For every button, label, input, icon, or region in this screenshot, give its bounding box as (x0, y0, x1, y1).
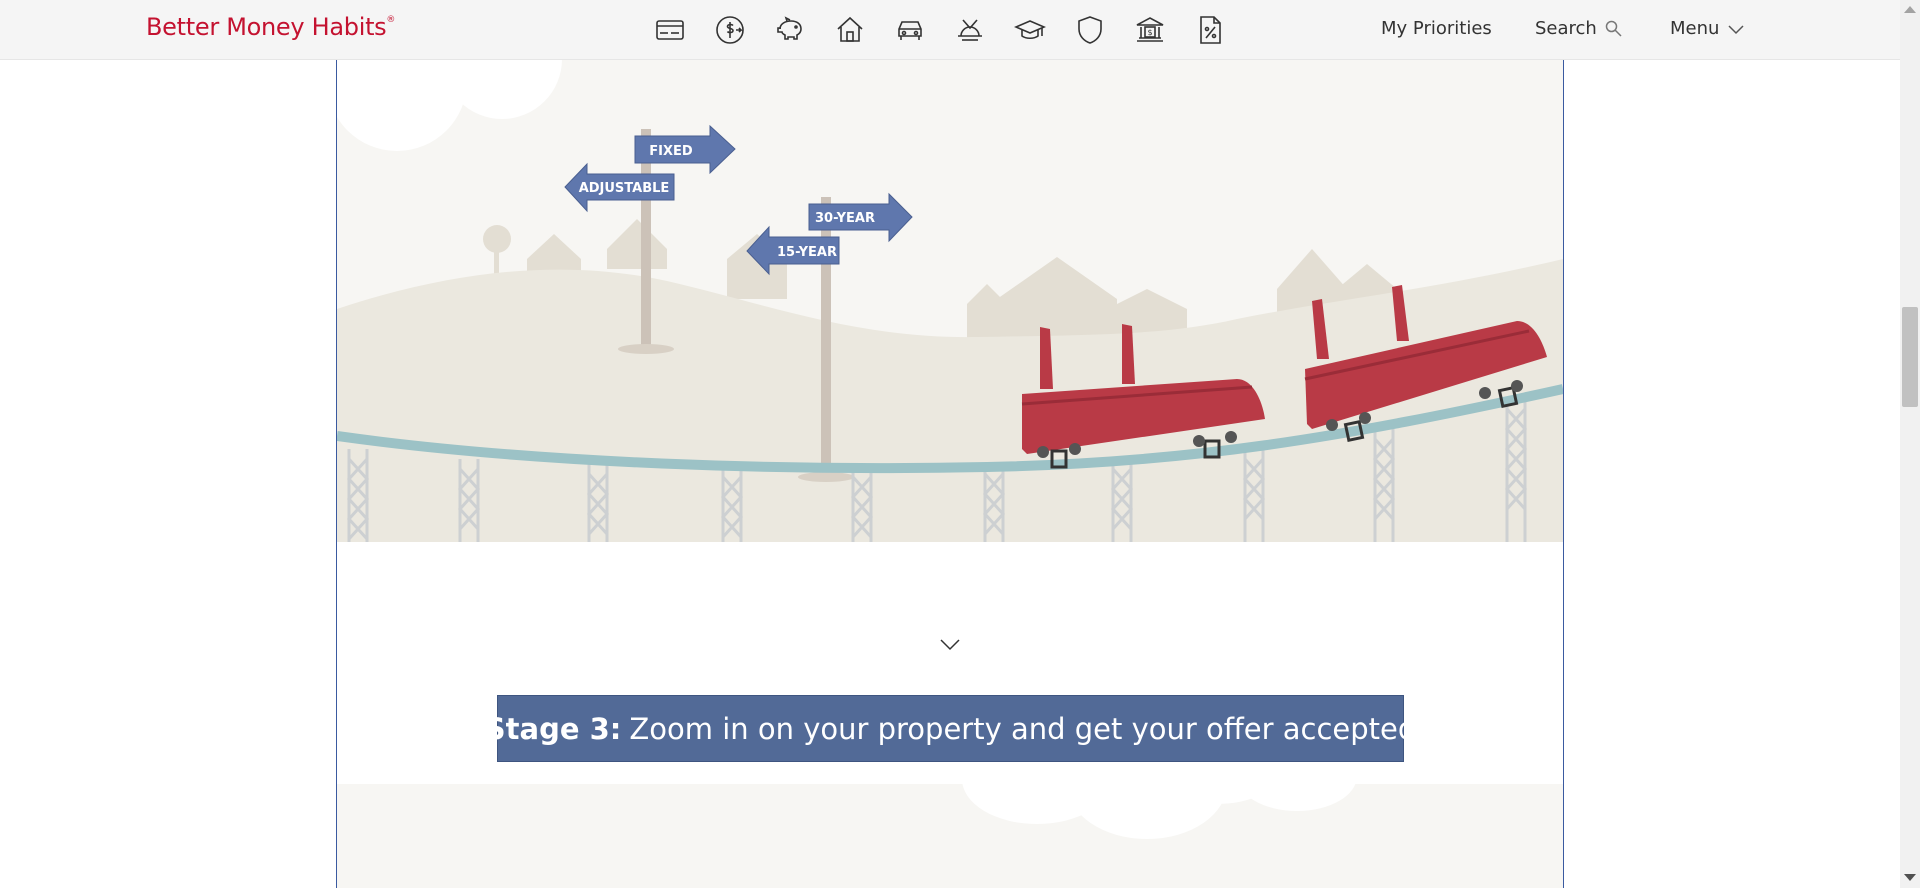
content-frame: FIXED ADJUSTABLE 30-YEAR 15-YEAR Stage 3… (336, 59, 1564, 888)
stage-label: Stage 3: (484, 711, 622, 746)
search-button[interactable]: Search (1535, 18, 1623, 39)
search-label: Search (1535, 18, 1597, 39)
piggy-bank-icon[interactable] (772, 12, 808, 48)
chevron-down-icon[interactable] (938, 637, 962, 653)
menu-label: Menu (1670, 18, 1720, 39)
stage-text: Zoom in on your property and get your of… (629, 711, 1417, 746)
percent-document-icon[interactable] (1192, 12, 1228, 48)
cloud-shape (962, 729, 1357, 839)
mortgage-rollercoaster-illustration: FIXED ADJUSTABLE 30-YEAR 15-YEAR (337, 59, 1563, 542)
stage-banner: Stage 3: Zoom in on your property and ge… (485, 695, 1416, 762)
dollar-exchange-icon[interactable] (712, 12, 748, 48)
sign-adjustable-label: ADJUSTABLE (579, 181, 670, 196)
next-stage-illustration (337, 729, 1563, 888)
home-icon[interactable] (832, 12, 868, 48)
my-priorities-link[interactable]: My Priorities (1381, 18, 1492, 39)
search-icon (1605, 20, 1622, 37)
sunset-icon[interactable] (952, 12, 988, 48)
graduation-cap-icon[interactable] (1012, 12, 1048, 48)
credit-card-icon[interactable] (652, 12, 688, 48)
brand-logo[interactable]: Better Money Habits® (146, 13, 395, 41)
scroll-down-arrow[interactable] (1904, 874, 1916, 881)
chevron-down-icon (1728, 24, 1744, 34)
shield-icon[interactable] (1072, 12, 1108, 48)
car-icon[interactable] (892, 12, 928, 48)
sign-fifteen-year-label: 15-YEAR (777, 245, 837, 260)
svg-text:$: $ (1147, 28, 1152, 37)
sign-thirty-year-label: 30-YEAR (815, 211, 875, 226)
bank-icon[interactable]: $ (1132, 12, 1168, 48)
site-header: Better Money Habits® $ My Priorities Sea… (0, 0, 1900, 60)
category-nav: $ (652, 12, 1228, 48)
sign-fixed-label: FIXED (649, 144, 693, 159)
scrollbar-thumb[interactable] (1902, 307, 1918, 407)
cloud-shape (337, 59, 562, 151)
scroll-up-arrow[interactable] (1904, 6, 1916, 13)
page-scrollbar[interactable] (1900, 0, 1920, 888)
sign-adjustable: ADJUSTABLE (564, 162, 675, 213)
menu-button[interactable]: Menu (1670, 18, 1745, 39)
